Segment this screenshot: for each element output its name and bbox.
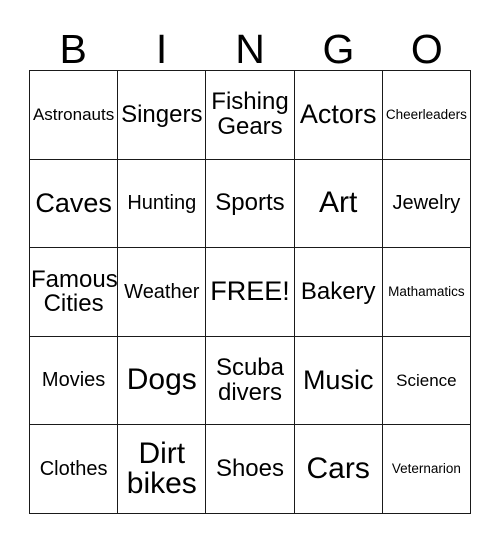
bingo-cell-label: Mathamatics bbox=[388, 284, 465, 300]
bingo-cell-label: Shoes bbox=[215, 454, 285, 482]
bingo-cell[interactable]: Caves bbox=[30, 159, 119, 249]
bingo-cell[interactable]: Dogs bbox=[118, 336, 207, 426]
bingo-header-letter-o: O bbox=[383, 18, 471, 70]
header-letter: N bbox=[235, 26, 265, 72]
bingo-cell[interactable]: Science bbox=[382, 336, 471, 426]
bingo-header-letter-i: I bbox=[117, 18, 205, 70]
bingo-cell-label: Dogs bbox=[126, 363, 197, 397]
bingo-cell-label: Hunting bbox=[127, 192, 197, 215]
bingo-cell[interactable]: Cars bbox=[294, 425, 383, 514]
bingo-cell-label: Jewelry bbox=[392, 192, 461, 215]
bingo-cell-label: Astronauts bbox=[32, 105, 115, 125]
bingo-grid: Astronauts Singers Fishing Gears Actors … bbox=[29, 70, 471, 514]
bingo-header: B I N G O bbox=[29, 18, 471, 70]
header-letter: O bbox=[410, 26, 443, 72]
bingo-cell[interactable]: Sports bbox=[206, 159, 295, 249]
bingo-cell-label: Fishing Gears bbox=[211, 88, 289, 140]
bingo-cell-label: Weather bbox=[124, 280, 200, 303]
header-letter: I bbox=[155, 26, 168, 72]
bingo-header-letter-g: G bbox=[294, 18, 382, 70]
bingo-cell[interactable]: Astronauts bbox=[30, 71, 119, 160]
bingo-cell-label: Clothes bbox=[39, 457, 108, 480]
bingo-cell-label: Singers bbox=[121, 100, 203, 128]
bingo-cell-label: Cheerleaders bbox=[385, 106, 467, 122]
bingo-cell-label: Veternarion bbox=[391, 461, 461, 477]
bingo-header-letter-n: N bbox=[206, 18, 294, 70]
bingo-cell[interactable]: Famous Cities bbox=[30, 248, 119, 337]
bingo-cell-label: Movies bbox=[41, 369, 106, 392]
bingo-cell[interactable]: Veternarion bbox=[382, 425, 471, 514]
bingo-cell-label: Science bbox=[396, 370, 457, 390]
bingo-cell[interactable]: Movies bbox=[30, 336, 119, 426]
bingo-cell-label: Caves bbox=[35, 187, 112, 218]
bingo-cell[interactable]: Actors bbox=[294, 71, 383, 160]
bingo-cell-label: Actors bbox=[299, 99, 377, 130]
bingo-cell[interactable]: Bakery bbox=[294, 248, 383, 337]
bingo-cell[interactable]: Dirt bikes bbox=[118, 425, 207, 514]
bingo-cell-label: Dirt bikes bbox=[126, 436, 197, 501]
bingo-cell[interactable]: Clothes bbox=[30, 425, 119, 514]
bingo-cell[interactable]: Singers bbox=[118, 71, 207, 160]
bingo-cell-label: Famous Cities bbox=[31, 265, 118, 317]
header-letter: B bbox=[59, 26, 87, 72]
bingo-card: B I N G O Astronauts Singers Fishing Gea… bbox=[0, 0, 500, 544]
bingo-cell[interactable]: Music bbox=[294, 336, 383, 426]
bingo-cell-label: Art bbox=[319, 186, 358, 220]
bingo-cell-label: FREE! bbox=[210, 276, 290, 307]
bingo-cell-free[interactable]: FREE! bbox=[206, 248, 295, 337]
bingo-cell-label: Bakery bbox=[300, 277, 376, 305]
bingo-header-letter-b: B bbox=[29, 18, 117, 70]
bingo-cell[interactable]: Fishing Gears bbox=[206, 71, 295, 160]
bingo-cell[interactable]: Hunting bbox=[118, 159, 207, 249]
bingo-cell-label: Scuba divers bbox=[215, 354, 285, 406]
bingo-cell[interactable]: Art bbox=[294, 159, 383, 249]
header-letter: G bbox=[322, 26, 355, 72]
bingo-cell-label: Cars bbox=[306, 451, 370, 485]
bingo-cell[interactable]: Cheerleaders bbox=[382, 71, 471, 160]
bingo-cell[interactable]: Mathamatics bbox=[382, 248, 471, 337]
bingo-cell[interactable]: Jewelry bbox=[382, 159, 471, 249]
bingo-cell-label: Music bbox=[302, 364, 374, 395]
bingo-cell[interactable]: Shoes bbox=[206, 425, 295, 514]
bingo-cell[interactable]: Scuba divers bbox=[206, 336, 295, 426]
bingo-cell-label: Sports bbox=[215, 189, 285, 217]
bingo-cell[interactable]: Weather bbox=[118, 248, 207, 337]
